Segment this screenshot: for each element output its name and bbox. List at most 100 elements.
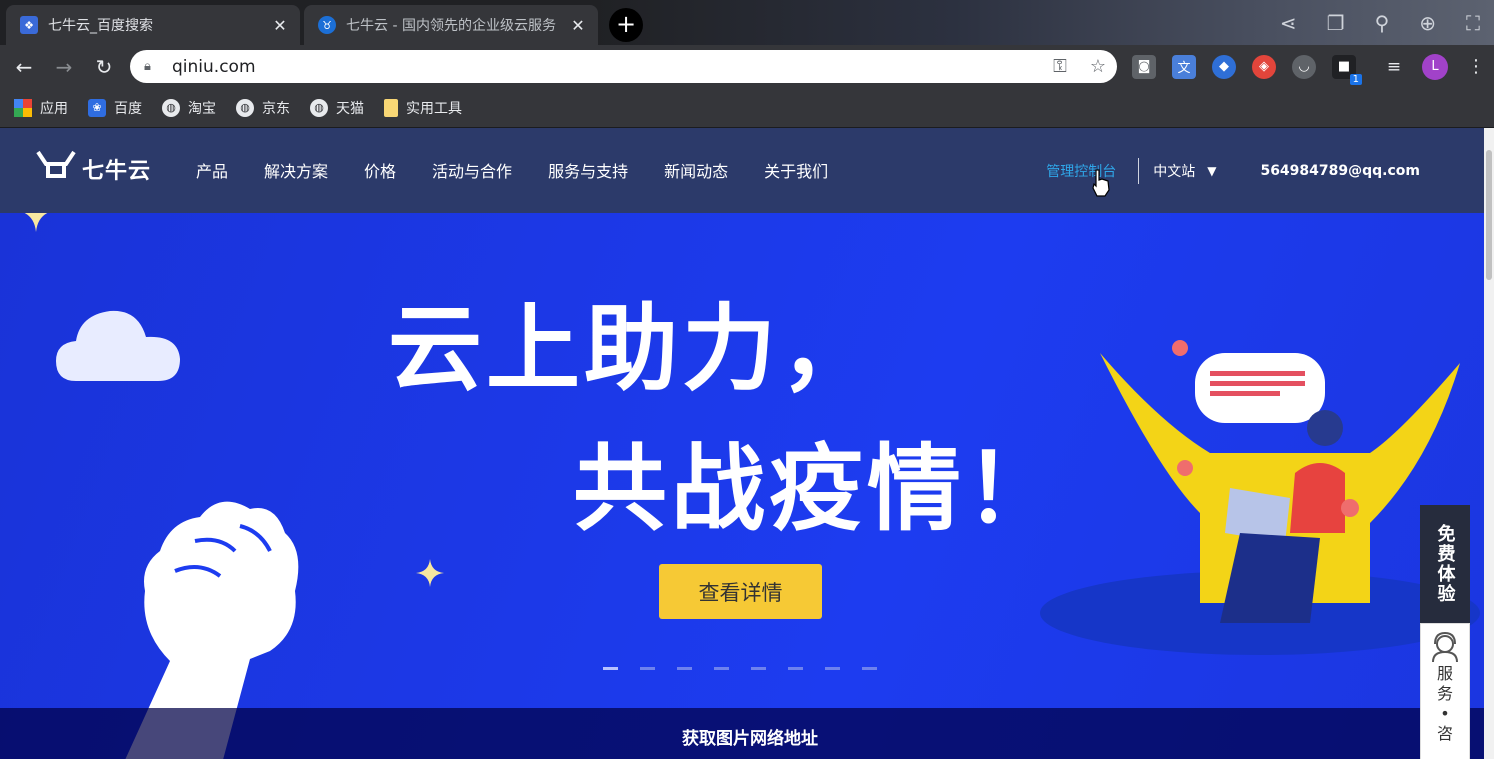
sparkle-icon — [24, 213, 48, 232]
pocket-extension-icon[interactable]: ◡ — [1292, 54, 1316, 79]
bookmark-tools-folder[interactable]: 实用工具 — [384, 98, 462, 118]
carousel-dot[interactable] — [603, 667, 618, 670]
reload-icon[interactable]: ↻ — [88, 51, 120, 83]
hero-banner[interactable]: 云上助力， 共战疫情！ 查看详情 — [0, 213, 1484, 759]
main-menu: 产品 解决方案 价格 活动与合作 服务与支持 新闻动态 关于我们 — [196, 158, 828, 182]
image-url-overlay[interactable]: 获取图片网络地址 — [0, 708, 1484, 759]
lock-icon: 🔒︎ — [144, 59, 151, 74]
get-image-url-label: 获取图片网络地址 — [682, 729, 818, 749]
bookmarks-bar: 应用 ❀ 百度 ◍ 淘宝 ◍ 京东 ◍ 天猫 实用工具 — [0, 88, 1494, 128]
carousel-indicators — [603, 667, 877, 670]
camera-extension-icon[interactable]: ◙ — [1132, 54, 1156, 79]
hero-headline-1: 云上助力， — [388, 295, 879, 404]
bookmark-label: 京东 — [262, 100, 290, 117]
carousel-dot[interactable] — [788, 667, 803, 670]
zoom-in-icon[interactable]: ⊕ — [1419, 11, 1436, 35]
header-divider — [1138, 158, 1140, 184]
menu-item-news[interactable]: 新闻动态 — [664, 158, 728, 182]
bookmark-label: 天猫 — [336, 100, 364, 117]
carousel-dot[interactable] — [825, 667, 840, 670]
carousel-dot[interactable] — [751, 667, 766, 670]
new-tab-button[interactable]: + — [609, 8, 643, 42]
carousel-dot[interactable] — [862, 667, 877, 670]
profile-avatar[interactable]: L — [1422, 53, 1448, 80]
globe-icon: ◍ — [162, 98, 180, 117]
qiniu-logo[interactable]: 七牛云 — [36, 150, 151, 187]
bookmark-label: 实用工具 — [406, 100, 462, 117]
service-char: • — [1440, 704, 1450, 723]
close-tab-icon[interactable]: ✕ — [568, 16, 588, 35]
folder-icon — [384, 98, 398, 117]
search-icon[interactable]: ⚲ — [1375, 11, 1390, 35]
cube-extension-icon[interactable]: ■ 1 — [1332, 54, 1362, 85]
menu-item-about[interactable]: 关于我们 — [764, 158, 828, 182]
copy-icon[interactable]: ❐ — [1327, 11, 1345, 35]
browser-tab-strip: ❖ 七牛云_百度搜索 ✕ ♉ 七牛云 - 国内领先的企业级云服务 ✕ + ⋖ ❐… — [0, 0, 1494, 45]
fullscreen-icon[interactable]: ⛶ — [1466, 11, 1480, 35]
browser-toolbar: ← → ↻ 🔒︎ qiniu.com ⚿ ☆ ◙ 文 ◆ ◈ ◡ ■ 1 ≡ L… — [0, 45, 1494, 88]
carousel-dot[interactable] — [640, 667, 655, 670]
bookmark-label: 百度 — [114, 100, 142, 117]
menu-item-pricing[interactable]: 价格 — [364, 158, 396, 182]
menu-item-products[interactable]: 产品 — [196, 158, 228, 182]
forward-icon[interactable]: → — [48, 51, 80, 83]
account-email[interactable]: 564984789@qq.com — [1260, 163, 1420, 179]
address-bar[interactable]: 🔒︎ qiniu.com ⚿ ☆ — [130, 50, 1117, 83]
red-extension-icon[interactable]: ◈ — [1252, 54, 1276, 79]
globe-icon: ◍ — [310, 98, 328, 117]
tab-qiniu[interactable]: ♉ 七牛云 - 国内领先的企业级云服务 ✕ — [304, 5, 598, 45]
bookmark-star-icon[interactable]: ☆ — [1079, 56, 1117, 77]
customer-service-icon — [1432, 631, 1458, 663]
tab-baidu-search[interactable]: ❖ 七牛云_百度搜索 ✕ — [6, 5, 300, 45]
bookmark-apps[interactable]: 应用 — [14, 98, 68, 118]
illustration-woman-laptop-icon — [1040, 340, 1480, 655]
translate-extension-icon[interactable]: 文 — [1172, 54, 1196, 79]
menu-kebab-icon[interactable]: ⋮ — [1464, 55, 1488, 79]
globe-icon: ◍ — [236, 98, 254, 117]
bull-logo-icon — [36, 150, 76, 187]
key-icon[interactable]: ⚿ — [1041, 56, 1079, 77]
qiniu-favicon-icon: ♉ — [318, 16, 336, 34]
hero-headline-2: 共战疫情！ — [573, 435, 1064, 544]
menu-item-solutions[interactable]: 解决方案 — [264, 158, 328, 182]
bookmark-label: 淘宝 — [188, 100, 216, 117]
free-trial-label: 免费体验 — [1434, 524, 1456, 604]
media-playlist-icon[interactable]: ≡ — [1382, 55, 1406, 79]
hand-cursor-icon — [1092, 169, 1110, 197]
close-tab-icon[interactable]: ✕ — [270, 16, 290, 35]
apps-grid-icon — [14, 98, 32, 117]
menu-item-support[interactable]: 服务与支持 — [548, 158, 628, 182]
url-text[interactable]: qiniu.com — [172, 57, 1041, 77]
blue-extension-icon[interactable]: ◆ — [1212, 54, 1236, 79]
view-details-button[interactable]: 查看详情 — [659, 564, 822, 619]
share-icon[interactable]: ⋖ — [1280, 11, 1297, 35]
site-header: 七牛云 产品 解决方案 价格 活动与合作 服务与支持 新闻动态 关于我们 管理控… — [0, 128, 1484, 213]
menu-item-activities[interactable]: 活动与合作 — [432, 158, 512, 182]
back-icon[interactable]: ← — [8, 51, 40, 83]
language-select[interactable]: 中文站 ▼ — [1153, 161, 1216, 181]
webpage: 七牛云 产品 解决方案 价格 活动与合作 服务与支持 新闻动态 关于我们 管理控… — [0, 128, 1494, 759]
carousel-dot[interactable] — [677, 667, 692, 670]
chevron-down-icon: ▼ — [1207, 164, 1217, 178]
carousel-dot[interactable] — [714, 667, 729, 670]
sparkle-icon — [416, 559, 444, 587]
language-label: 中文站 — [1153, 164, 1196, 180]
bookmark-baidu[interactable]: ❀ 百度 — [88, 98, 142, 118]
service-consult-button[interactable]: 服 务 • 咨 — [1420, 623, 1470, 759]
window-controls: ⋖ ❐ ⚲ ⊕ ⛶ — [1280, 0, 1494, 45]
extension-badge: 1 — [1349, 73, 1362, 85]
service-char: 咨 — [1436, 724, 1453, 743]
bookmark-jd[interactable]: ◍ 京东 — [236, 98, 290, 118]
scrollbar-thumb[interactable] — [1486, 150, 1492, 280]
page-scrollbar[interactable] — [1484, 128, 1494, 759]
service-char: 务 — [1436, 684, 1453, 703]
bookmark-taobao[interactable]: ◍ 淘宝 — [162, 98, 216, 118]
bookmark-label: 应用 — [40, 100, 68, 117]
floating-side-panel: 免费体验 服 务 • 咨 — [1420, 505, 1470, 759]
baidu-favicon-icon: ❖ — [20, 16, 38, 34]
tab-title: 七牛云_百度搜索 — [48, 18, 153, 34]
cloud-icon — [56, 310, 180, 381]
tab-title: 七牛云 - 国内领先的企业级云服务 — [346, 18, 556, 34]
free-trial-button[interactable]: 免费体验 — [1420, 505, 1470, 623]
bookmark-tmall[interactable]: ◍ 天猫 — [310, 98, 364, 118]
